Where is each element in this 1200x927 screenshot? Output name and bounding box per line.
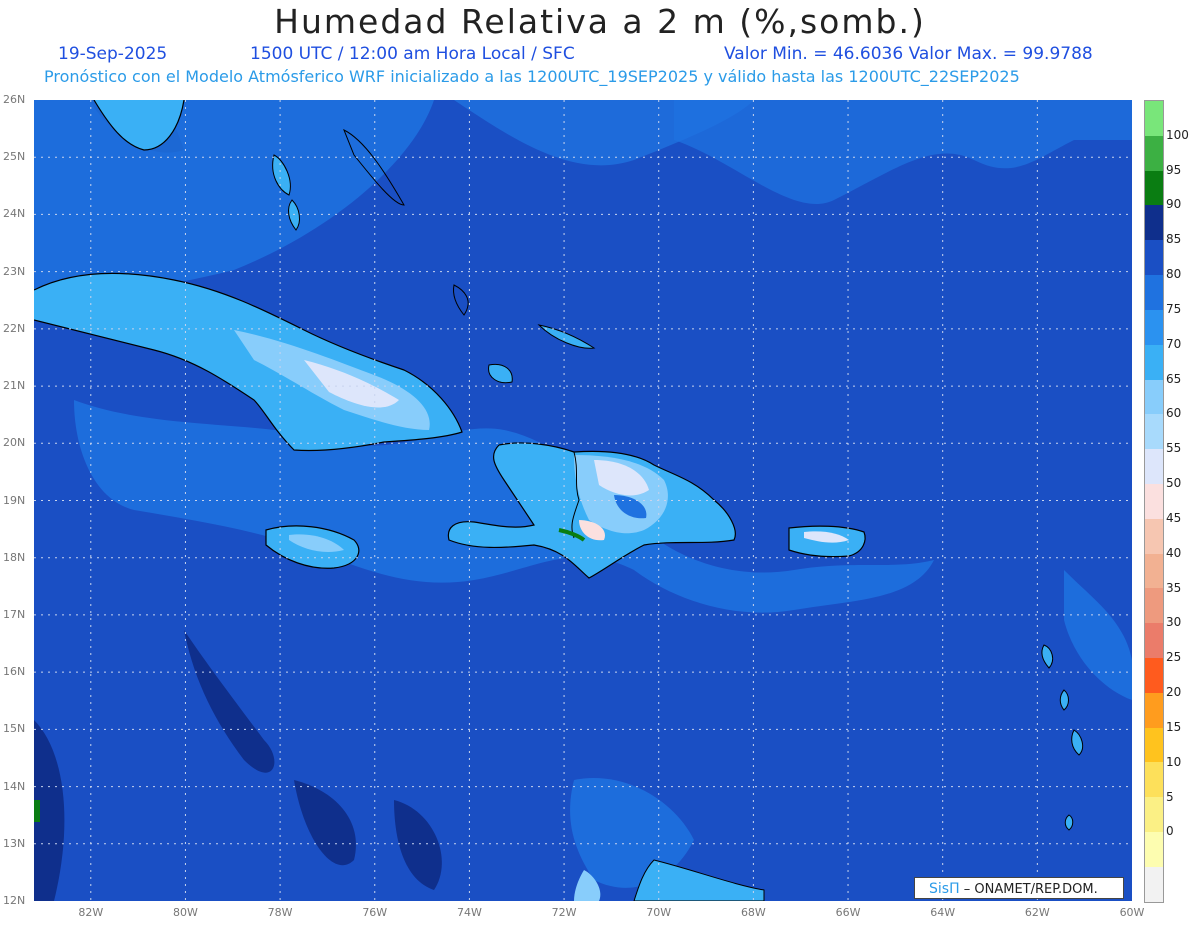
colorbar-label: 35 [1166, 580, 1182, 595]
lat-label: 24N [3, 207, 26, 221]
colorbar-label: 5 [1166, 789, 1174, 804]
lat-label: 26N [3, 93, 26, 106]
credit-box: SisΠ – ONAMET/REP.DOM. [914, 877, 1124, 899]
colorbar-segment [1145, 518, 1163, 554]
colorbar-segment [1145, 727, 1163, 763]
lat-label: 14N [3, 779, 26, 793]
colorbar-label: 40 [1166, 545, 1182, 560]
colorbar-segment [1145, 483, 1163, 519]
lon-label: 80W [173, 906, 198, 919]
colorbar-segment [1145, 101, 1163, 136]
colorbar-label: 90 [1166, 197, 1182, 212]
colorbar-segment [1145, 170, 1163, 206]
lat-label: 17N [3, 607, 26, 621]
colorbar-segment [1145, 588, 1163, 624]
lat-label: 25N [3, 150, 26, 164]
lat-label: 20N [3, 436, 26, 450]
colorbar-label: 75 [1166, 301, 1182, 316]
colorbar-label: 30 [1166, 615, 1182, 630]
colorbar-label: 20 [1166, 685, 1182, 700]
lat-label: 23N [3, 264, 26, 278]
lat-label: 21N [3, 379, 26, 393]
credit-text: – ONAMET/REP.DOM. [959, 882, 1098, 897]
map-title: Humedad Relativa a 2 m (%,somb.) [274, 2, 926, 41]
colorbar-label: 60 [1166, 406, 1182, 421]
lat-label: 13N [3, 836, 26, 850]
lat-label: 15N [3, 722, 26, 736]
lat-label: 19N [3, 493, 26, 507]
colorbar-segment [1145, 866, 1163, 902]
colorbar-segment [1145, 240, 1163, 276]
colorbar-label: 25 [1166, 650, 1182, 665]
value-min-max: Valor Min. = 46.6036 Valor Max. = 99.978… [724, 44, 1093, 64]
humidity-map [34, 100, 1132, 901]
colorbar-segment [1145, 275, 1163, 310]
lat-label: 12N [3, 894, 26, 907]
colorbar-segment [1145, 379, 1163, 415]
high-humidity-patch [34, 800, 40, 822]
colorbar-segment [1145, 832, 1163, 867]
lon-label: 64W [930, 906, 956, 919]
colorbar-label: 10 [1166, 754, 1182, 769]
colorbar [1144, 100, 1164, 903]
colorbar-segment [1145, 344, 1163, 380]
lat-label: 18N [3, 550, 26, 564]
colorbar-segment [1145, 692, 1163, 728]
lon-label: 74W [456, 906, 482, 919]
lon-label: 62W [1024, 906, 1050, 919]
colorbar-label: 85 [1166, 232, 1182, 247]
lon-label: 60W [1119, 906, 1145, 919]
colorbar-label: 0 [1166, 824, 1174, 839]
colorbar-segment [1145, 449, 1163, 484]
colorbar-label: 100 [1166, 127, 1189, 142]
colorbar-label: 15 [1166, 719, 1182, 734]
lon-label: 66W [835, 906, 861, 919]
colorbar-label: 50 [1166, 476, 1182, 491]
colorbar-segment [1145, 414, 1163, 450]
lon-label: 76W [362, 906, 388, 919]
forecast-time: 1500 UTC / 12:00 am Hora Local / SFC [250, 44, 575, 64]
lat-label: 22N [3, 321, 26, 335]
lon-label: 72W [551, 906, 577, 919]
colorbar-segment [1145, 205, 1163, 241]
colorbar-label: 95 [1166, 162, 1182, 177]
lon-label: 68W [740, 906, 766, 919]
colorbar-label: 55 [1166, 441, 1182, 456]
lesser-antilles-island [1064, 814, 1074, 831]
colorbar-segment [1145, 658, 1163, 693]
colorbar-segment [1145, 762, 1163, 798]
lon-label: 70W [646, 906, 672, 919]
lon-label: 82W [78, 906, 104, 919]
colorbar-label: 70 [1166, 336, 1182, 351]
lat-label: 16N [3, 665, 26, 679]
forecast-date: 19-Sep-2025 [58, 44, 168, 64]
colorbar-segment [1145, 309, 1163, 345]
colorbar-label: 65 [1166, 371, 1182, 386]
colorbar-segment [1145, 623, 1163, 658]
colorbar-label: 80 [1166, 267, 1182, 282]
colorbar-segment [1145, 135, 1163, 171]
map-canvas [34, 100, 1132, 901]
forecast-description: Pronóstico con el Modelo Atmósferico WRF… [44, 67, 1020, 86]
colorbar-segment [1145, 553, 1163, 589]
colorbar-segment [1145, 797, 1163, 833]
lon-label: 78W [267, 906, 293, 919]
colorbar-label: 45 [1166, 510, 1182, 525]
sispi-logo: SisΠ [929, 881, 960, 897]
